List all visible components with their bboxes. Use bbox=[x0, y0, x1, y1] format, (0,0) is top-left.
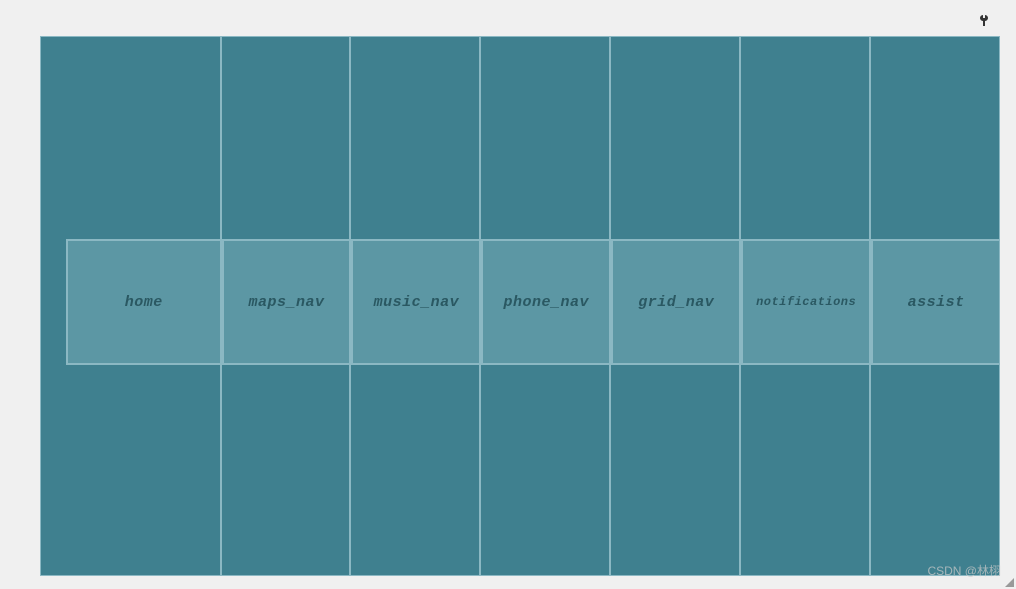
nav-column-phone: phone_nav bbox=[481, 37, 611, 575]
nav-label: phone_nav bbox=[504, 294, 590, 311]
nav-item-maps[interactable]: maps_nav bbox=[222, 239, 350, 365]
tool-icon[interactable] bbox=[980, 15, 990, 31]
nav-column-music: music_nav bbox=[351, 37, 481, 575]
nav-label: music_nav bbox=[374, 294, 460, 311]
nav-column-grid: grid_nav bbox=[611, 37, 741, 575]
main-canvas: home maps_nav music_nav phone_nav grid_n… bbox=[40, 36, 1000, 576]
nav-column-notifications: notifications bbox=[741, 37, 871, 575]
resize-handle[interactable] bbox=[1004, 577, 1014, 587]
nav-item-phone[interactable]: phone_nav bbox=[481, 239, 609, 365]
nav-label: grid_nav bbox=[638, 294, 714, 311]
nav-label: assist bbox=[908, 294, 965, 311]
nav-label: maps_nav bbox=[248, 294, 324, 311]
watermark-text: CSDN @林栩 bbox=[927, 562, 1001, 579]
nav-item-grid[interactable]: grid_nav bbox=[611, 239, 739, 365]
nav-label: home bbox=[125, 294, 163, 311]
nav-item-home[interactable]: home bbox=[66, 239, 220, 365]
nav-column-home: home bbox=[41, 37, 222, 575]
nav-item-notifications[interactable]: notifications bbox=[741, 239, 869, 365]
nav-label: notifications bbox=[756, 295, 856, 309]
nav-column-maps: maps_nav bbox=[222, 37, 352, 575]
nav-column-assist: assist bbox=[871, 37, 999, 575]
nav-item-music[interactable]: music_nav bbox=[351, 239, 479, 365]
nav-item-assist[interactable]: assist bbox=[871, 239, 999, 365]
